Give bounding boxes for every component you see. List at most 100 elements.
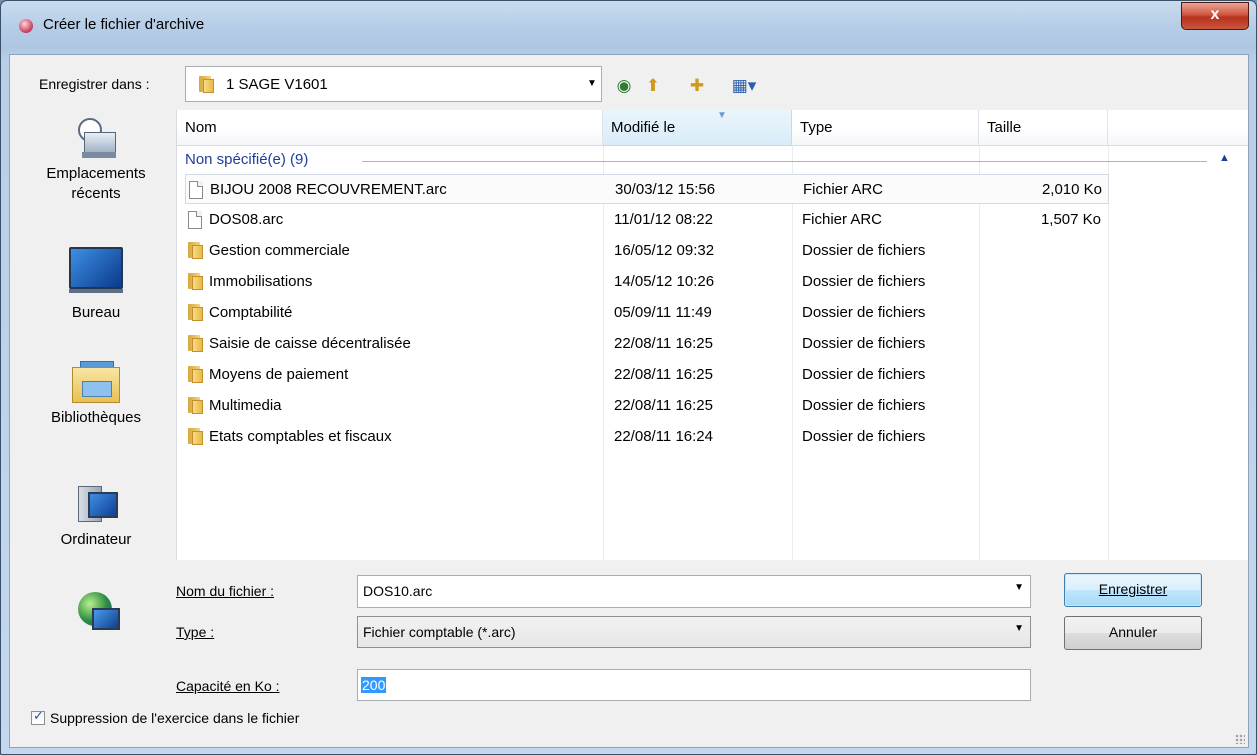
place-desktop-label: Bureau (71, 304, 121, 321)
sort-descending-icon: ▼ (717, 110, 727, 121)
title-bar[interactable]: Créer le fichier d'archive x (1, 1, 1256, 45)
place-desktop[interactable]: Bureau (17, 247, 175, 323)
type-label-text: Type : (176, 624, 215, 640)
file-row[interactable]: Immobilisations 14/05/12 10:26 Dossier de … (185, 267, 1109, 297)
file-name: Comptabilité (209, 304, 293, 321)
type-select[interactable]: Fichier comptable (*.arc) ▼ (357, 616, 1031, 648)
file-name: Moyens de paiement (209, 366, 349, 383)
resize-grip-icon[interactable] (1235, 734, 1245, 744)
cancel-button[interactable]: Annuler (1064, 616, 1202, 650)
file-name: Etats comptables et fiscaux (209, 428, 392, 445)
new-folder-icon[interactable]: ✚ (686, 75, 708, 97)
file-type: Dossier de fichiers (802, 273, 926, 290)
file-row[interactable]: BIJOU 2008 RECOUVREMENT.arc 30/03/12 15:5… (185, 174, 1109, 204)
file-type: Fichier ARC (802, 211, 883, 228)
column-header-type[interactable]: Type (792, 110, 979, 146)
capacity-label: Capacité en Ko : (176, 678, 280, 694)
save-in-dropdown[interactable]: 1 SAGE V1601 ▼ (185, 66, 602, 102)
file-modified: 22/08/11 16:25 (614, 335, 713, 352)
file-modified: 14/05/12 10:26 (614, 273, 715, 290)
type-label: Type : (176, 624, 214, 640)
file-row[interactable]: Gestion commerciale 16/05/12 09:32 Dossier… (185, 236, 1109, 266)
file-modified: 05/09/11 11:49 (614, 304, 712, 321)
file-name: BIJOU 2008 RECOUVREMENT.arc (210, 181, 447, 198)
file-name: Immobilisations (209, 273, 313, 290)
save-in-value: 1 SAGE V1601 (226, 76, 328, 93)
capacity-selected-text: 200 (361, 677, 387, 693)
file-list[interactable]: Nom Modifié le ▼ Type Taille Non spécifi… (176, 110, 1248, 560)
collapse-group-icon[interactable]: ▲ (1219, 152, 1230, 164)
file-row[interactable]: Multimedia 22/08/11 16:25 Dossier de fichi… (185, 391, 1109, 421)
places-bar: Emplacements récents Bureau Bibliothèque… (17, 110, 175, 690)
file-modified: 16/05/12 09:32 (614, 242, 715, 259)
place-computer-label: Ordinateur (60, 531, 132, 548)
file-type: Dossier de fichiers (802, 335, 926, 352)
file-size: 2,010 Ko (1041, 181, 1102, 198)
filename-label: Nom du fichier : (176, 583, 274, 599)
place-libraries-label: Bibliothèques (50, 409, 142, 426)
filename-value: DOS10.arc (363, 583, 433, 599)
chevron-down-icon: ▼ (587, 78, 597, 89)
network-icon (74, 590, 120, 634)
file-row[interactable]: Comptabilité 05/09/11 11:49 Dossier de fic… (185, 298, 1109, 328)
place-recent-label-1: Emplacements (46, 165, 146, 182)
file-type: Dossier de fichiers (802, 366, 926, 383)
chevron-down-icon: ▼ (1014, 623, 1024, 634)
place-recent-label-2: récents (71, 185, 121, 202)
app-icon (19, 19, 33, 33)
place-recent[interactable]: Emplacements récents (17, 118, 175, 204)
file-row[interactable]: Moyens de paiement 22/08/11 16:25 Dossier … (185, 360, 1109, 390)
back-icon[interactable]: ◉ (613, 75, 635, 97)
capacity-input[interactable]: 200 (357, 669, 1031, 701)
place-libraries[interactable]: Bibliothèques (17, 361, 175, 428)
place-network[interactable] (17, 590, 175, 638)
dialog-client-area: Enregistrer dans : 1 SAGE V1601 ▼ ◉ ⬆ ✚ … (9, 54, 1249, 748)
suppress-checkbox[interactable] (31, 708, 45, 725)
type-value: Fichier comptable (*.arc) (363, 624, 516, 640)
file-name: Gestion commerciale (209, 242, 350, 259)
folder-icon (199, 76, 214, 93)
file-name: Saisie de caisse décentralisée (209, 335, 411, 352)
file-modified: 22/08/11 16:25 (614, 366, 713, 383)
filename-input[interactable]: DOS10.arc ▼ (357, 575, 1031, 608)
group-header[interactable]: Non spécifié(e) (9) (185, 151, 308, 168)
save-button-label: Enregistrer (1098, 581, 1168, 597)
column-header-modified-label: Modifié le (611, 119, 676, 136)
file-size: 1,507 Ko (1040, 211, 1101, 228)
view-menu-icon[interactable]: ▦▾ (726, 75, 762, 97)
save-button[interactable]: Enregistrer (1064, 573, 1202, 607)
column-header-name[interactable]: Nom (177, 110, 603, 146)
file-type: Dossier de fichiers (802, 428, 926, 445)
recent-places-icon (76, 118, 116, 160)
file-modified: 11/01/12 08:22 (614, 211, 713, 228)
file-type: Dossier de fichiers (802, 397, 926, 414)
file-modified: 30/03/12 15:56 (615, 181, 716, 198)
capacity-value: 200 (361, 677, 387, 693)
column-header-empty (1108, 110, 1248, 146)
capacity-label-text: Capacité en Ko : (176, 678, 280, 694)
filename-label-text: Nom du fichier : (176, 583, 275, 599)
group-divider (362, 161, 1207, 162)
libraries-icon (72, 361, 120, 403)
file-row[interactable]: Etats comptables et fiscaux 22/08/11 16:2… (185, 422, 1109, 452)
computer-icon (76, 484, 118, 524)
chevron-down-icon[interactable]: ▼ (1014, 582, 1024, 593)
file-name: DOS08.arc (209, 211, 284, 228)
file-row[interactable]: DOS08.arc 11/01/12 08:22 Fichier ARC 1,507 … (185, 205, 1109, 235)
dialog-window: Créer le fichier d'archive x Enregistrer… (0, 0, 1257, 755)
file-name: Multimedia (209, 397, 282, 414)
column-header-modified[interactable]: Modifié le ▼ (603, 110, 792, 146)
window-title: Créer le fichier d'archive (43, 16, 205, 33)
column-header-size[interactable]: Taille (979, 110, 1108, 146)
file-type: Dossier de fichiers (802, 242, 926, 259)
file-modified: 22/08/11 16:25 (614, 397, 713, 414)
file-row[interactable]: Saisie de caisse décentralisée 22/08/11 1… (185, 329, 1109, 359)
save-in-label: Enregistrer dans : (39, 76, 150, 92)
file-type: Fichier ARC (803, 181, 884, 198)
up-folder-icon[interactable]: ⬆ (642, 75, 664, 97)
place-computer[interactable]: Ordinateur (17, 484, 175, 550)
desktop-icon (69, 247, 123, 293)
close-button[interactable]: x (1181, 2, 1249, 30)
suppress-label: Suppression de l'exercice dans le fichie… (50, 710, 300, 726)
file-type: Dossier de fichiers (802, 304, 926, 321)
